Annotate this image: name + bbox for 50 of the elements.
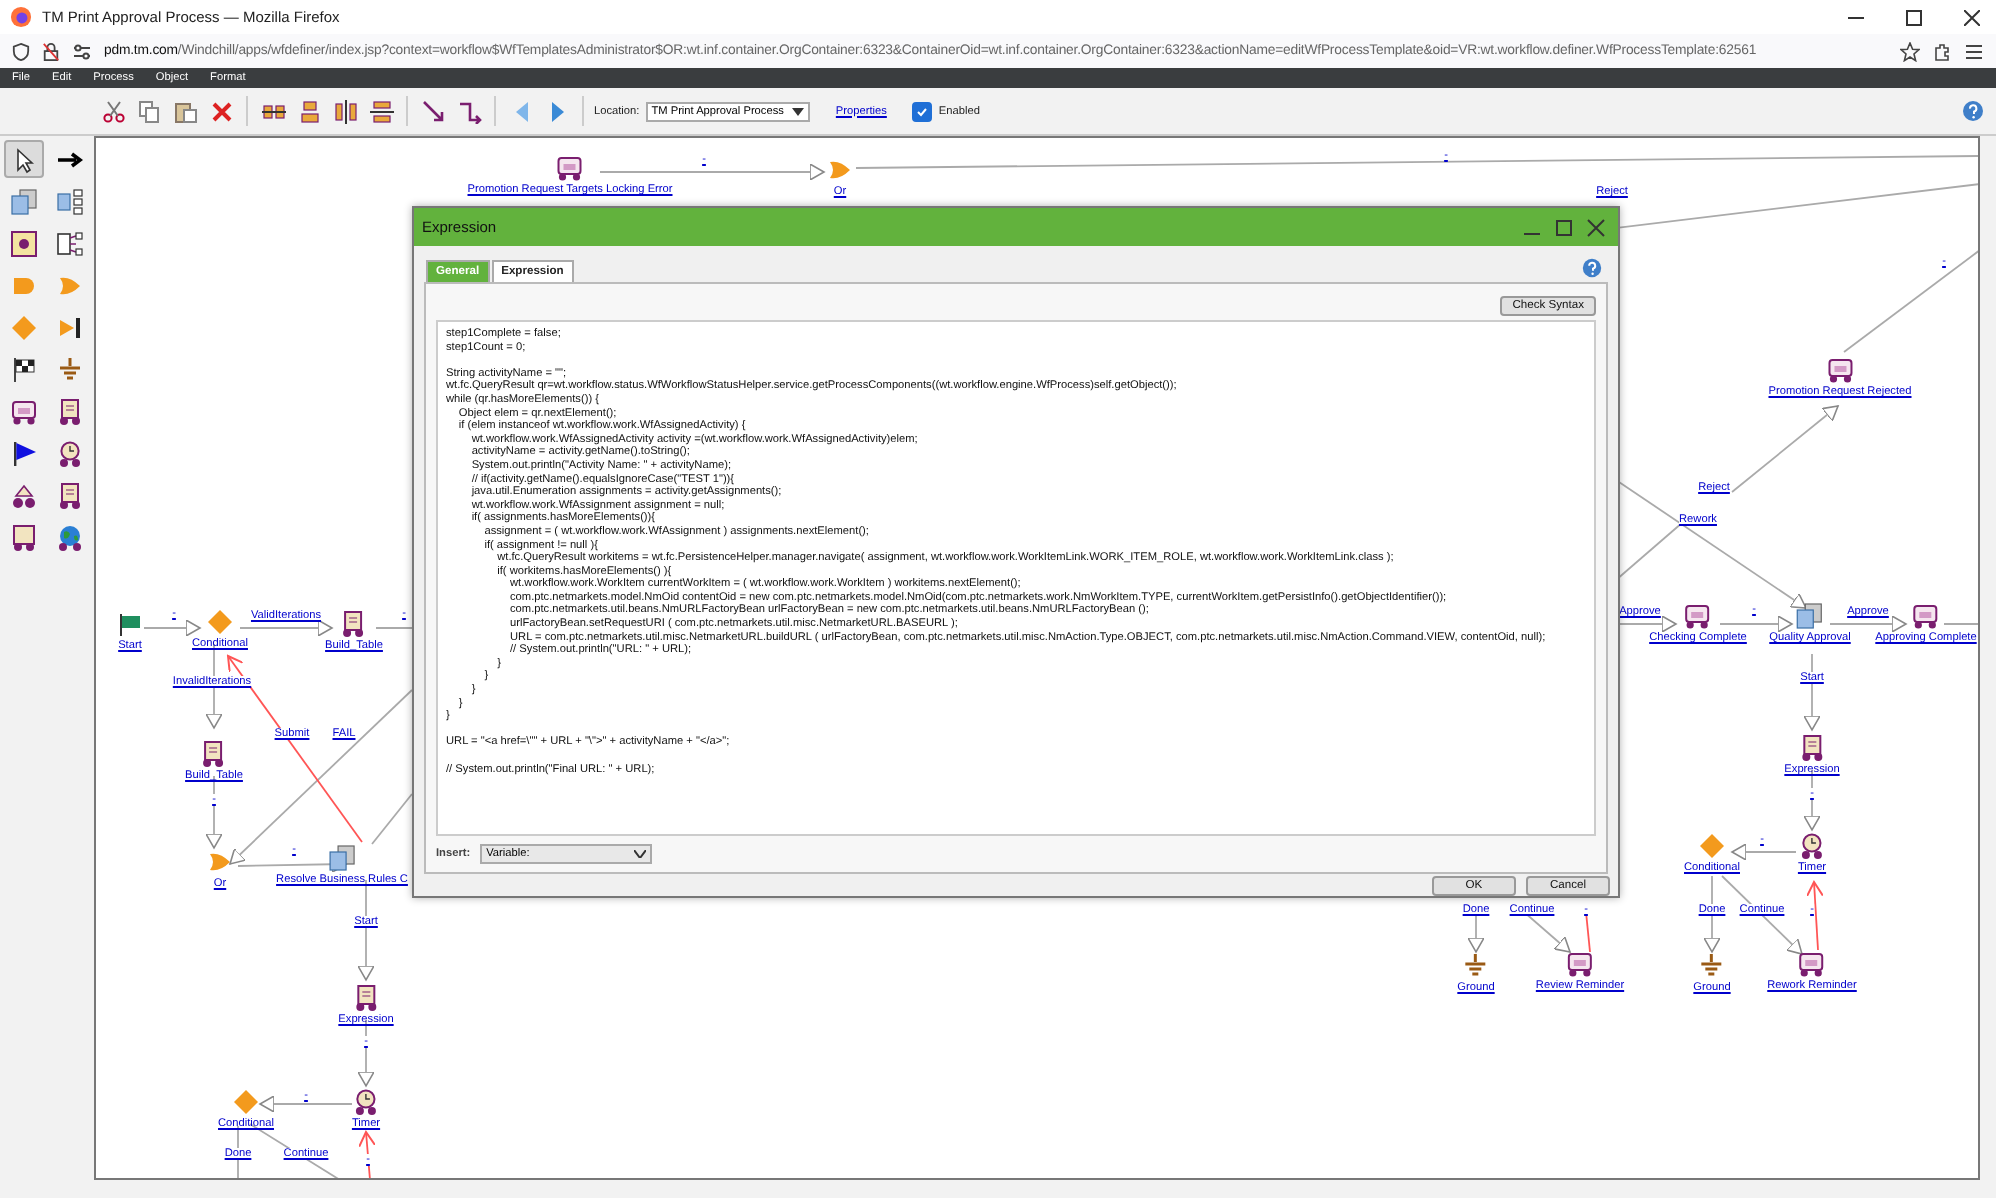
star-icon[interactable]	[1900, 41, 1920, 61]
robot-icon	[1912, 602, 1940, 630]
clock-icon	[1798, 832, 1826, 860]
ground-icon	[1698, 952, 1726, 980]
diamond-icon	[206, 608, 234, 636]
diamond-icon	[9, 313, 37, 341]
palette-tool-button[interactable]	[3, 140, 43, 178]
robot-icon	[1826, 356, 1854, 384]
checkmark-icon	[916, 105, 929, 117]
close-icon[interactable]	[1964, 9, 1980, 25]
caret-icon	[634, 850, 647, 858]
align-icon[interactable]	[330, 96, 360, 126]
permissions-icon	[72, 41, 92, 61]
or-gate-icon	[206, 848, 234, 876]
checkered-flag-icon	[9, 355, 37, 383]
align-icon[interactable]	[366, 96, 396, 126]
caret-icon	[791, 107, 804, 115]
diamond-icon	[1698, 832, 1726, 860]
synch-icon	[55, 313, 83, 341]
enabled-checkbox[interactable]	[912, 101, 933, 121]
tree-diagram-icon	[55, 187, 83, 215]
extensions-icon[interactable]	[1932, 41, 1952, 61]
cut-icon[interactable]	[98, 96, 128, 126]
maximize-icon[interactable]	[1906, 9, 1922, 25]
ground-icon	[1462, 952, 1490, 980]
robot-icon	[1798, 950, 1826, 978]
copy-icon[interactable]	[134, 96, 164, 126]
tree-diagram-icon	[55, 229, 83, 257]
robot-icon	[1684, 602, 1712, 630]
document-stack-icon	[9, 187, 37, 215]
robot-icon	[9, 397, 37, 425]
help-icon[interactable]	[1958, 96, 1988, 126]
robot-icon	[1566, 950, 1594, 978]
document-stack-icon	[328, 844, 356, 872]
document-stack-icon	[1796, 602, 1824, 630]
or-gate-icon	[826, 156, 854, 184]
ground-icon	[55, 355, 83, 383]
diagonal-link-icon[interactable]	[418, 96, 448, 126]
browser-logo-icon	[10, 6, 32, 28]
globe-icon	[55, 523, 83, 551]
shield-icon	[12, 41, 30, 61]
flag-icon	[116, 610, 144, 638]
lock-icon	[42, 41, 60, 61]
diamond-icon	[232, 1088, 260, 1116]
menu-icon[interactable]	[1964, 41, 1984, 61]
people-icon	[9, 481, 37, 509]
flag-icon	[9, 439, 37, 467]
robot-icon	[556, 154, 584, 182]
clock-icon	[352, 1088, 380, 1116]
clock-icon	[55, 439, 83, 467]
